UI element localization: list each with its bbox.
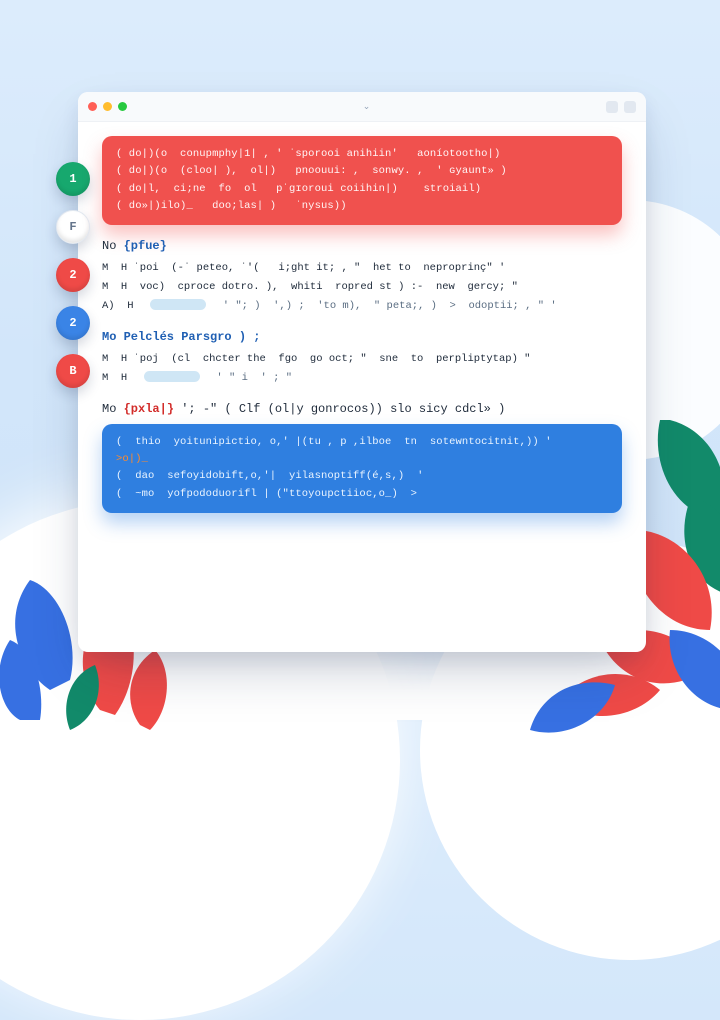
code-lines: M H ˈpoi (-ˈ peteo, ˈ'( i;ght it; , " he… xyxy=(102,259,622,316)
section-heading: Mo Pelclés Parsgro ) ; xyxy=(102,330,622,344)
code-line: ( do|l, ci;ne fo ol pˈɡɪoroui coiihin|) … xyxy=(116,181,608,198)
app-window: ⌄ 1F22B ( do|)(o conupmphy|1| , ' ˈsporo… xyxy=(78,92,646,652)
code-line: ( do|)(o conupmphy|1| , ' ˈsporooi anihi… xyxy=(116,146,608,163)
code-line: M H ˈpoi (-ˈ peteo, ˈ'( i;ght it; , " he… xyxy=(102,259,622,278)
section-tail: '; -" ( Clf (ol|y gonrocos)) slo sicy cd… xyxy=(181,402,505,416)
window-zoom-button[interactable] xyxy=(118,102,127,111)
titlebar-center-label: ⌄ xyxy=(363,102,371,112)
editor-body: ( do|)(o conupmphy|1| , ' ˈsporooi anihi… xyxy=(78,122,646,652)
section-heading-text: Mo Pelclés Parsgro ) ; xyxy=(102,330,260,344)
code-line: ( thio yoitunipictio, o,' |(tu , p ,ilbo… xyxy=(116,434,608,451)
titlebar-action-icon[interactable] xyxy=(606,101,618,113)
code-block-info: ( thio yoitunipictio, o,' |(tu , p ,ilbo… xyxy=(102,424,622,513)
window-minimize-button[interactable] xyxy=(103,102,112,111)
titlebar-action-icon[interactable] xyxy=(624,101,636,113)
code-line: M H ' " i ' ; " xyxy=(102,369,622,388)
redacted-blob xyxy=(150,299,206,310)
redacted-blob xyxy=(144,371,200,382)
code-line: >o|)_ xyxy=(116,451,608,468)
titlebar: ⌄ xyxy=(78,92,646,122)
code-line: ( dao sefoyidobift,o,'| yilasnoptiff(é,s… xyxy=(116,468,608,485)
section-prefix: No xyxy=(102,239,116,253)
section-keyword: {pfue} xyxy=(124,239,167,253)
code-line: ( ~mo yofpododuorifl | ("ttoyoupctiioc,o… xyxy=(116,486,608,503)
section-heading: No {pfue} xyxy=(102,239,622,253)
code-line: A) H ' "; ) ',) ; 'to m), " peta;, ) > o… xyxy=(102,297,622,316)
section-keyword: {pxla|} xyxy=(124,402,174,416)
window-close-button[interactable] xyxy=(88,102,97,111)
code-line: ( do|)(o (cloo| ), ol|) pnoouui: , sonwy… xyxy=(116,163,608,180)
code-line: ( do»|)ilo)_ doo;las| ) ˈnysus)) xyxy=(116,198,608,215)
section-heading: Mo {pxla|} '; -" ( Clf (ol|y gonrocos)) … xyxy=(102,402,622,416)
code-line: M H voc) cproce dotro. ), whiti ropred s… xyxy=(102,278,622,297)
code-line: M H ˈpoj (cl chcter the fgo go oct; " sn… xyxy=(102,350,622,369)
code-lines: M H ˈpoj (cl chcter the fgo go oct; " sn… xyxy=(102,350,622,388)
code-block-error: ( do|)(o conupmphy|1| , ' ˈsporooi anihi… xyxy=(102,136,622,225)
section-prefix: Mo xyxy=(102,402,116,416)
